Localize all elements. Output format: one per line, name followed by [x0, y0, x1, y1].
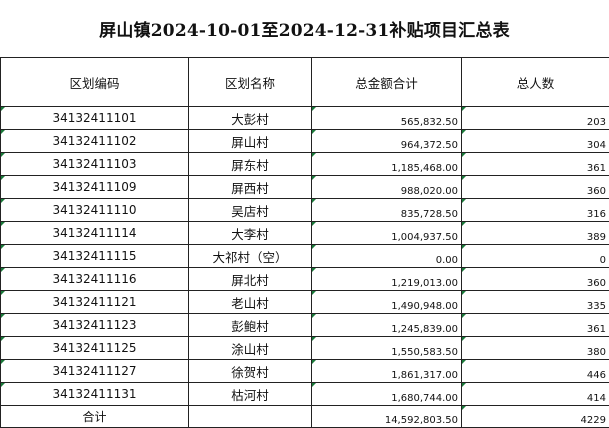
header-total-amount[interactable]: 总金额合计	[312, 58, 462, 107]
spreadsheet: 屏山镇2024-10-01至2024-12-31补贴项目汇总表 区划编码 区划名…	[0, 0, 609, 420]
table-row: 34132411123彭鲍村1,245,839.00361	[1, 314, 609, 337]
total-amount-cell[interactable]: 835,728.50	[312, 199, 462, 222]
summary-table: 区划编码 区划名称 总金额合计 总人数 34132411101大彭村565,83…	[0, 57, 609, 428]
table-row: 34132411127徐贺村1,861,317.00446	[1, 360, 609, 383]
total-count-cell[interactable]: 414	[462, 383, 609, 406]
total-count-cell[interactable]: 446	[462, 360, 609, 383]
total-amount-cell[interactable]: 988,020.00	[312, 176, 462, 199]
total-amount-cell[interactable]: 565,832.50	[312, 107, 462, 130]
table-row: 34132411102屏山村964,372.50304	[1, 130, 609, 153]
region-name-cell[interactable]: 屏西村	[189, 176, 312, 199]
total-count-cell[interactable]: 389	[462, 222, 609, 245]
region-name-cell[interactable]: 老山村	[189, 291, 312, 314]
region-code-cell[interactable]: 34132411127	[1, 360, 189, 383]
sheet-title: 屏山镇2024-10-01至2024-12-31补贴项目汇总表	[0, 0, 609, 58]
total-count-cell[interactable]: 304	[462, 130, 609, 153]
region-code-cell[interactable]: 34132411101	[1, 107, 189, 130]
region-code-cell[interactable]: 34132411121	[1, 291, 189, 314]
total-count-cell[interactable]: 361	[462, 314, 609, 337]
region-code-cell[interactable]: 34132411115	[1, 245, 189, 268]
region-code-cell[interactable]: 34132411131	[1, 383, 189, 406]
region-name-cell[interactable]: 大彭村	[189, 107, 312, 130]
grand-total-amount-cell[interactable]: 14,592,803.50	[312, 406, 462, 428]
header-region-code[interactable]: 区划编码	[1, 58, 189, 107]
total-count-cell[interactable]: 0	[462, 245, 609, 268]
region-code-cell[interactable]: 34132411123	[1, 314, 189, 337]
table-row: 34132411114大李村1,004,937.50389	[1, 222, 609, 245]
region-code-cell[interactable]: 34132411110	[1, 199, 189, 222]
total-amount-cell[interactable]: 1,490,948.00	[312, 291, 462, 314]
region-name-cell[interactable]: 徐贺村	[189, 360, 312, 383]
table-row: 34132411115大祁村（空）0.000	[1, 245, 609, 268]
total-amount-cell[interactable]: 964,372.50	[312, 130, 462, 153]
total-count-cell[interactable]: 360	[462, 176, 609, 199]
table-row: 34132411131枯河村1,680,744.00414	[1, 383, 609, 406]
table-row: 34132411101大彭村565,832.50203	[1, 107, 609, 130]
grand-total-count-cell[interactable]: 4229	[462, 406, 609, 428]
region-code-cell[interactable]: 34132411102	[1, 130, 189, 153]
table-row: 34132411121老山村1,490,948.00335	[1, 291, 609, 314]
region-name-cell[interactable]: 大李村	[189, 222, 312, 245]
total-amount-cell[interactable]: 1,004,937.50	[312, 222, 462, 245]
total-count-cell[interactable]: 360	[462, 268, 609, 291]
table-row: 34132411109屏西村988,020.00360	[1, 176, 609, 199]
table-row: 34132411110吴店村835,728.50316	[1, 199, 609, 222]
total-amount-cell[interactable]: 1,185,468.00	[312, 153, 462, 176]
region-code-cell[interactable]: 34132411109	[1, 176, 189, 199]
table-row: 34132411116屏北村1,219,013.00360	[1, 268, 609, 291]
table-row: 34132411103屏东村1,185,468.00361	[1, 153, 609, 176]
region-code-cell[interactable]: 34132411116	[1, 268, 189, 291]
region-name-cell[interactable]: 屏北村	[189, 268, 312, 291]
table-row: 34132411125涂山村1,550,583.50380	[1, 337, 609, 360]
total-name-cell[interactable]	[189, 406, 312, 428]
total-count-cell[interactable]: 380	[462, 337, 609, 360]
region-name-cell[interactable]: 枯河村	[189, 383, 312, 406]
table-body: 34132411101大彭村565,832.5020334132411102屏山…	[1, 107, 609, 428]
total-count-cell[interactable]: 361	[462, 153, 609, 176]
total-count-cell[interactable]: 335	[462, 291, 609, 314]
total-row: 合计 14,592,803.504229	[1, 406, 609, 428]
region-name-cell[interactable]: 屏山村	[189, 130, 312, 153]
total-amount-cell[interactable]: 1,245,839.00	[312, 314, 462, 337]
header-row: 区划编码 区划名称 总金额合计 总人数	[1, 58, 609, 107]
region-code-cell[interactable]: 34132411125	[1, 337, 189, 360]
total-count-cell[interactable]: 203	[462, 107, 609, 130]
region-name-cell[interactable]: 屏东村	[189, 153, 312, 176]
region-code-cell[interactable]: 34132411114	[1, 222, 189, 245]
total-amount-cell[interactable]: 1,861,317.00	[312, 360, 462, 383]
header-region-name[interactable]: 区划名称	[189, 58, 312, 107]
total-amount-cell[interactable]: 1,219,013.00	[312, 268, 462, 291]
total-amount-cell[interactable]: 0.00	[312, 245, 462, 268]
header-total-count[interactable]: 总人数	[462, 58, 609, 107]
region-name-cell[interactable]: 吴店村	[189, 199, 312, 222]
region-name-cell[interactable]: 彭鲍村	[189, 314, 312, 337]
total-count-cell[interactable]: 316	[462, 199, 609, 222]
region-name-cell[interactable]: 大祁村（空）	[189, 245, 312, 268]
region-name-cell[interactable]: 涂山村	[189, 337, 312, 360]
total-amount-cell[interactable]: 1,550,583.50	[312, 337, 462, 360]
region-code-cell[interactable]: 34132411103	[1, 153, 189, 176]
total-amount-cell[interactable]: 1,680,744.00	[312, 383, 462, 406]
total-label-cell[interactable]: 合计	[1, 406, 189, 428]
